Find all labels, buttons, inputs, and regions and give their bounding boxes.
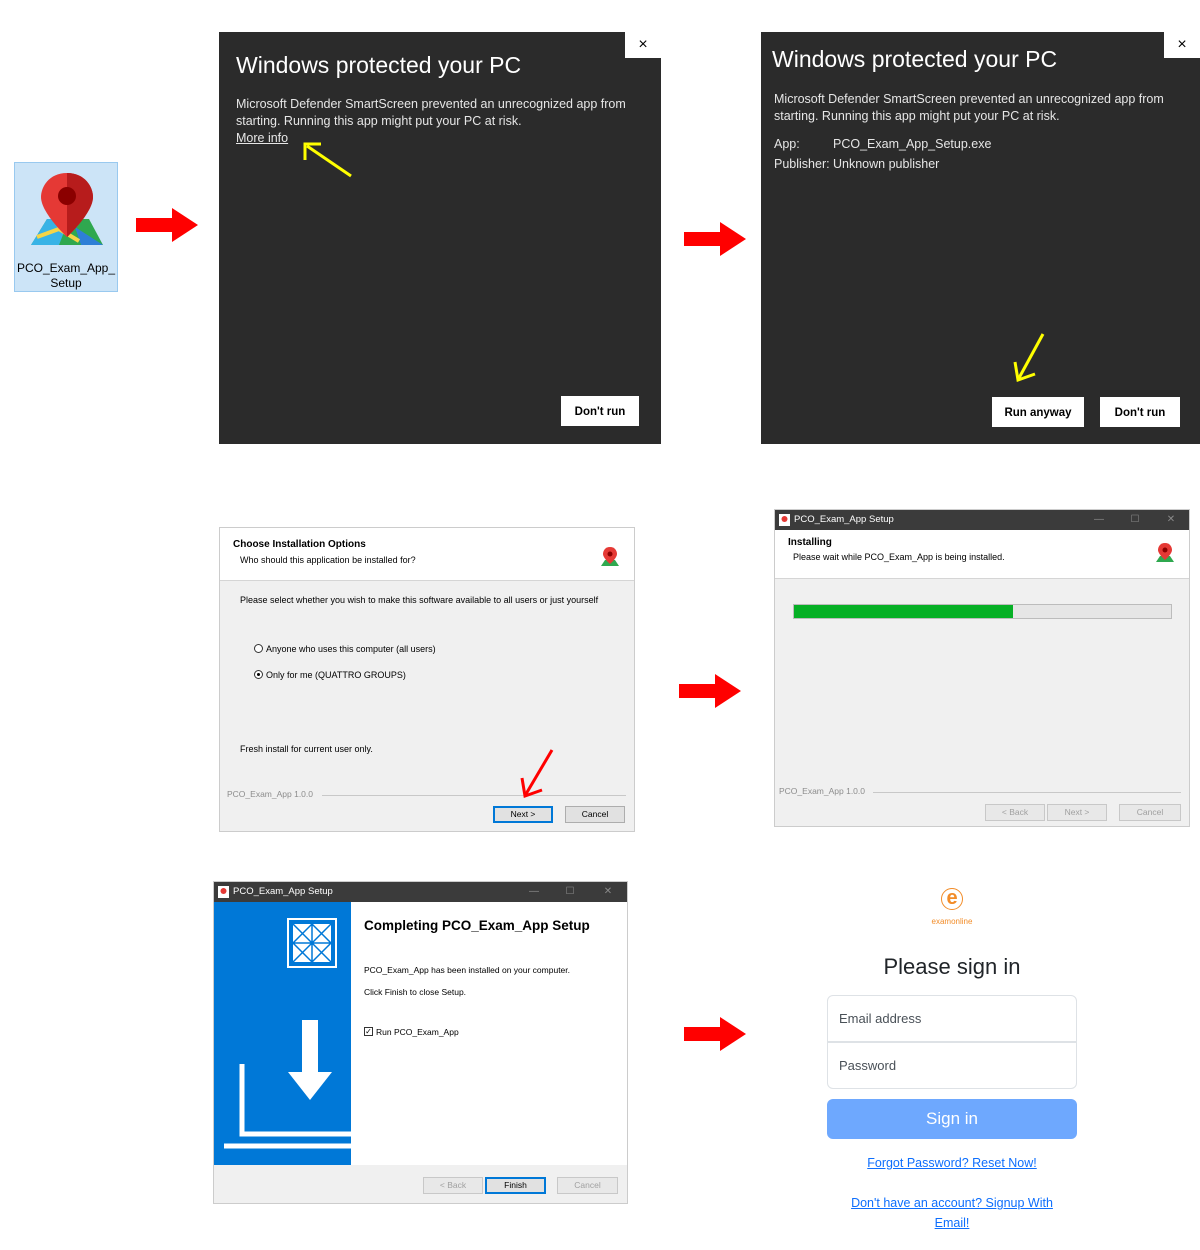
radio-all-users-label: Anyone who uses this computer (all users… — [266, 644, 436, 654]
signup-link[interactable]: Don't have an account? Signup With Email… — [840, 1193, 1064, 1233]
wizard-side-banner — [214, 902, 351, 1165]
close-icon: × — [638, 36, 648, 53]
progress-bar — [793, 604, 1172, 619]
close-button[interactable]: × — [1164, 32, 1200, 58]
red-arrow-icon — [679, 674, 741, 708]
wizard-header: Choose Installation Options Who should t… — [220, 528, 634, 581]
dialog-message: Microsoft Defender SmartScreen prevented… — [774, 92, 1164, 123]
examonline-logo: e examonline — [912, 888, 992, 928]
dont-run-button[interactable]: Don't run — [1100, 397, 1180, 427]
radio-only-me-label: Only for me (QUATTRO GROUPS) — [266, 670, 406, 680]
red-arrow-icon — [684, 222, 746, 256]
app-logo-icon — [601, 547, 619, 566]
examonline-logo-icon: e — [941, 888, 963, 910]
red-arrow-icon — [684, 1017, 746, 1051]
dialog-title: Windows protected your PC — [772, 46, 1058, 72]
run-app-checkbox[interactable]: ✓ — [364, 1027, 373, 1036]
close-icon: × — [1177, 36, 1187, 53]
yellow-pointer-arrow-icon — [1013, 333, 1045, 383]
next-button[interactable]: Next > — [1047, 804, 1107, 821]
cancel-button[interactable]: Cancel — [565, 806, 625, 823]
radio-only-me[interactable] — [254, 670, 263, 679]
publisher-label: Publisher: — [774, 157, 830, 171]
app-value: PCO_Exam_App_Setup.exe — [833, 137, 992, 151]
yellow-pointer-arrow-icon — [303, 142, 352, 178]
close-icon[interactable]: ✕ — [590, 882, 626, 902]
app-logo-icon — [218, 886, 229, 898]
window-title: PCO_Exam_App Setup — [794, 514, 894, 525]
dialog-message: Microsoft Defender SmartScreen prevented… — [236, 97, 626, 128]
page-title: Completing PCO_Exam_App Setup — [364, 918, 590, 933]
divider — [873, 792, 1181, 793]
back-button[interactable]: < Back — [985, 804, 1045, 821]
minimize-icon[interactable]: — — [516, 882, 552, 902]
finish-instruction-text: Click Finish to close Setup. — [364, 987, 467, 997]
installer-logo-icon — [287, 918, 337, 968]
signin-title: Please sign in — [883, 954, 1021, 979]
download-laptop-icon — [224, 1020, 351, 1149]
desktop-icon-label: PCO_Exam_App_ Setup — [16, 261, 116, 290]
red-pointer-arrow-icon — [520, 749, 554, 799]
window-titlebar: PCO_Exam_App Setup — ☐ ✕ — [775, 510, 1189, 530]
smartscreen-dialog-1: × Windows protected your PC Microsoft De… — [219, 32, 661, 444]
cancel-button[interactable]: Cancel — [557, 1177, 618, 1194]
forgot-password-link[interactable]: Forgot Password? Reset Now! — [827, 1153, 1077, 1173]
wizard-header: Installing Please wait while PCO_Exam_Ap… — [775, 530, 1189, 579]
version-label: PCO_Exam_App 1.0.0 — [779, 786, 865, 796]
version-label: PCO_Exam_App 1.0.0 — [227, 789, 313, 799]
sign-in-button[interactable]: Sign in — [827, 1099, 1077, 1139]
more-info-link[interactable]: More info — [236, 131, 288, 145]
desktop-icon-pco-setup[interactable]: PCO_Exam_App_ Setup — [14, 162, 118, 292]
install-options-window: Choose Installation Options Who should t… — [219, 527, 635, 832]
progress-fill — [794, 605, 1013, 618]
finish-button[interactable]: Finish — [485, 1177, 546, 1194]
wizard-content: Completing PCO_Exam_App Setup PCO_Exam_A… — [351, 902, 627, 1165]
window-title: PCO_Exam_App Setup — [233, 886, 333, 897]
page-subtitle: Who should this application be installed… — [240, 555, 416, 565]
close-icon[interactable]: ✕ — [1153, 510, 1189, 530]
run-app-checkbox-label: Run PCO_Exam_App — [376, 1027, 459, 1037]
install-status-text: Fresh install for current user only. — [240, 744, 373, 754]
instruction-text: Please select whether you wish to make t… — [240, 595, 599, 605]
app-logo-icon — [779, 514, 790, 526]
install-complete-text: PCO_Exam_App has been installed on your … — [364, 965, 571, 975]
page-subtitle: Please wait while PCO_Exam_App is being … — [793, 552, 1005, 562]
divider — [322, 795, 626, 796]
cancel-button[interactable]: Cancel — [1119, 804, 1181, 821]
maximize-icon[interactable]: ☐ — [1117, 510, 1153, 530]
dont-run-button[interactable]: Don't run — [561, 396, 639, 426]
page-title: Installing — [788, 537, 832, 548]
installing-window: PCO_Exam_App Setup — ☐ ✕ Installing Plea… — [774, 509, 1190, 827]
password-field[interactable]: Password — [827, 1042, 1077, 1089]
maximize-icon[interactable]: ☐ — [552, 882, 588, 902]
next-button[interactable]: Next > — [493, 806, 553, 823]
minimize-icon[interactable]: — — [1081, 510, 1117, 530]
run-anyway-button[interactable]: Run anyway — [992, 397, 1084, 427]
completing-window: PCO_Exam_App Setup — ☐ ✕ Completing PCO_… — [213, 881, 628, 1204]
smartscreen-dialog-2: × Windows protected your PC Microsoft De… — [761, 32, 1200, 444]
email-field[interactable]: Email address — [827, 995, 1077, 1042]
publisher-value: Unknown publisher — [833, 157, 940, 171]
app-logo-icon — [1156, 543, 1174, 562]
dialog-title: Windows protected your PC — [236, 52, 522, 78]
map-pin-icon — [31, 173, 103, 245]
app-label: App: — [774, 137, 800, 151]
back-button[interactable]: < Back — [423, 1177, 483, 1194]
page-title: Choose Installation Options — [233, 539, 366, 550]
examonline-logo-text: examonline — [931, 917, 973, 926]
red-arrow-icon — [136, 208, 198, 242]
close-button[interactable]: × — [625, 32, 661, 58]
window-titlebar: PCO_Exam_App Setup — ☐ ✕ — [214, 882, 627, 902]
radio-all-users[interactable] — [254, 644, 263, 653]
